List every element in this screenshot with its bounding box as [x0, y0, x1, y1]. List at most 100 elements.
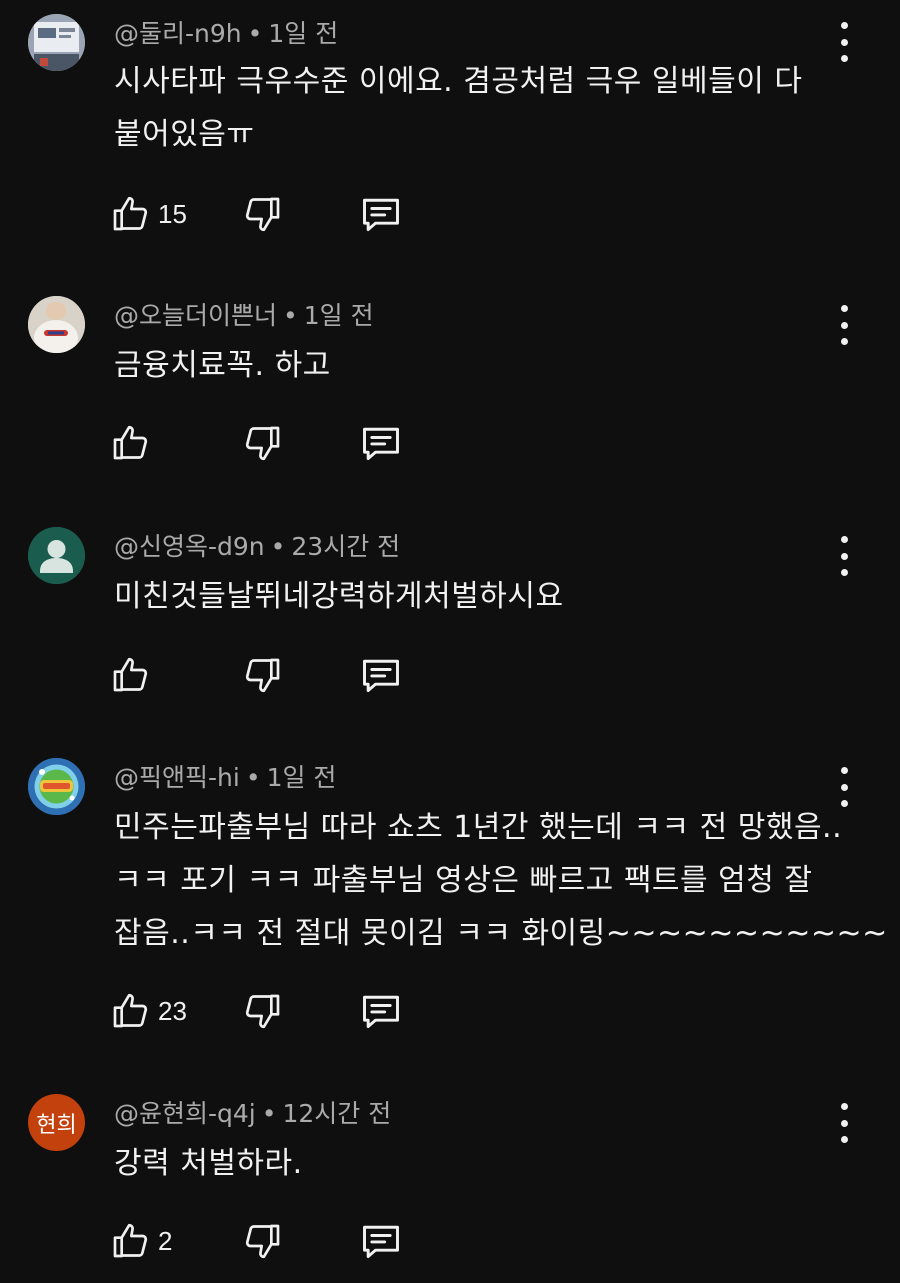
reply-button[interactable] [359, 192, 403, 236]
comment-text: 강력 처벌하라. [114, 1137, 844, 1190]
like-count: 2 [158, 1225, 173, 1256]
reply-icon [363, 427, 399, 461]
author-handle[interactable]: @윤현희-q4j [114, 1099, 256, 1128]
meta-separator: • [261, 1099, 277, 1128]
more-options-button[interactable] [834, 536, 854, 576]
comment-meta: @오늘더이쁜너 • 1일 전 [114, 300, 374, 332]
thumbs-down-icon [245, 994, 280, 1029]
more-vertical-icon [840, 1103, 848, 1110]
dislike-button[interactable] [243, 421, 283, 465]
like-button[interactable]: 23 [110, 989, 187, 1033]
author-handle[interactable]: @오늘더이쁜너 [114, 301, 277, 330]
comment-actions [110, 653, 430, 697]
meta-separator: • [245, 763, 261, 792]
more-vertical-icon [840, 767, 848, 774]
like-count: 15 [158, 198, 187, 229]
comment-text: 민주는파출부님 따라 쇼츠 1년간 했는데 ㅋㅋ 전 망했음.. ㅋㅋ 포기 ㅋ… [114, 801, 888, 960]
dislike-button[interactable] [243, 989, 283, 1033]
dislike-button[interactable] [243, 192, 283, 236]
more-options-button[interactable] [834, 767, 854, 807]
reply-icon [363, 995, 399, 1029]
more-vertical-icon-dot [840, 569, 848, 576]
meta-separator: • [270, 532, 286, 561]
more-vertical-icon-dot [840, 1119, 848, 1127]
avatar-image [28, 758, 85, 815]
reply-button[interactable] [359, 1219, 403, 1263]
reply-button[interactable] [359, 989, 403, 1033]
more-options-button[interactable] [834, 22, 854, 62]
comment-text: 시사타파 극우수준 이에요. 겸공처럼 극우 일베들이 다 붙어있음ㅠ [114, 55, 844, 161]
comment-text-line: 잡음..ㅋㅋ 전 절대 못이김 ㅋㅋ 화이링~~~~~~~~~~~ [114, 916, 888, 951]
more-vertical-icon [840, 536, 848, 543]
thumbs-up-icon [113, 196, 148, 231]
author-handle[interactable]: @픽앤픽-hi [114, 763, 240, 792]
avatar[interactable]: 현희 [28, 1094, 85, 1151]
thumbs-up-icon [113, 993, 148, 1028]
thumbs-up-icon [113, 425, 148, 460]
comment-meta: @픽앤픽-hi • 1일 전 [114, 762, 336, 794]
thumbs-down-icon [245, 426, 280, 461]
comment-actions: 2 [110, 1219, 430, 1263]
more-vertical-icon-dot [840, 800, 848, 807]
reply-button[interactable] [359, 653, 403, 697]
comment-time: 1일 전 [303, 301, 374, 330]
comment-text-line: 미친것들날뛰네강력하게처벌하시요 [114, 579, 564, 614]
more-vertical-icon-dot [840, 1136, 848, 1143]
more-vertical-icon [840, 305, 848, 312]
comment-text-line: ㅋㅋ 포기 ㅋㅋ 파출부님 영상은 빠르고 팩트를 엄청 잘 [114, 863, 813, 898]
more-vertical-icon-dot [840, 338, 848, 345]
comment-actions: 23 [110, 989, 430, 1033]
like-button[interactable] [110, 653, 158, 697]
comment-actions [110, 421, 430, 465]
like-button[interactable]: 2 [110, 1219, 172, 1263]
more-vertical-icon-dot [840, 321, 848, 329]
default-avatar-icon [28, 527, 85, 584]
reply-icon [363, 198, 399, 232]
avatar[interactable] [28, 14, 85, 71]
comment-actions: 15 [110, 192, 430, 236]
avatar-image [28, 296, 85, 353]
comment-text: 미친것들날뛰네강력하게처벌하시요 [114, 570, 844, 623]
author-handle[interactable]: @둘리-n9h [114, 19, 242, 48]
thumbs-up-icon [113, 657, 148, 692]
avatar[interactable] [28, 758, 85, 815]
more-vertical-icon-dot [840, 38, 848, 46]
comment-time: 1일 전 [266, 763, 337, 792]
comment-time: 1일 전 [268, 19, 339, 48]
like-button[interactable]: 15 [110, 192, 187, 236]
dislike-button[interactable] [243, 653, 283, 697]
meta-separator: • [247, 19, 263, 48]
dislike-button[interactable] [243, 1219, 283, 1263]
like-count: 23 [158, 995, 187, 1026]
thumbs-down-icon [245, 658, 280, 693]
comment-text-line: 강력 처벌하라. [114, 1146, 303, 1181]
more-vertical-icon [840, 22, 848, 29]
more-vertical-icon-dot [840, 783, 848, 791]
thumbs-down-icon [245, 197, 280, 232]
comment-time: 12시간 전 [282, 1099, 392, 1128]
comment-text-line: 시사타파 극우수준 이에요. 겸공처럼 극우 일베들이 다 [114, 64, 803, 99]
avatar-image [28, 14, 85, 71]
meta-separator: • [283, 301, 298, 330]
more-vertical-icon-dot [840, 55, 848, 62]
reply-icon [363, 659, 399, 693]
comment-text-line: 금융치료꼭. 하고 [114, 348, 331, 383]
thumbs-down-icon [245, 1224, 280, 1259]
comment-meta: @윤현희-q4j • 12시간 전 [114, 1098, 391, 1130]
avatar[interactable] [28, 296, 85, 353]
avatar[interactable] [28, 527, 85, 584]
avatar-initials: 현희 [36, 1112, 77, 1138]
comment-text-line: 붙어있음ㅠ [114, 117, 255, 152]
comment-meta: @신영옥-d9n • 23시간 전 [114, 531, 400, 563]
comment-meta: @둘리-n9h • 1일 전 [114, 18, 338, 50]
reply-button[interactable] [359, 421, 403, 465]
comment-time: 23시간 전 [291, 532, 401, 561]
like-button[interactable] [110, 421, 158, 465]
author-handle[interactable]: @신영옥-d9n [114, 532, 265, 561]
thumbs-up-icon [113, 1223, 148, 1258]
more-vertical-icon-dot [840, 552, 848, 560]
comment-text-line: 민주는파출부님 따라 쇼츠 1년간 했는데 ㅋㅋ 전 망했음.. [114, 810, 843, 845]
more-options-button[interactable] [834, 1103, 854, 1143]
more-options-button[interactable] [834, 305, 854, 345]
comment-text: 금융치료꼭. 하고 [114, 339, 844, 392]
